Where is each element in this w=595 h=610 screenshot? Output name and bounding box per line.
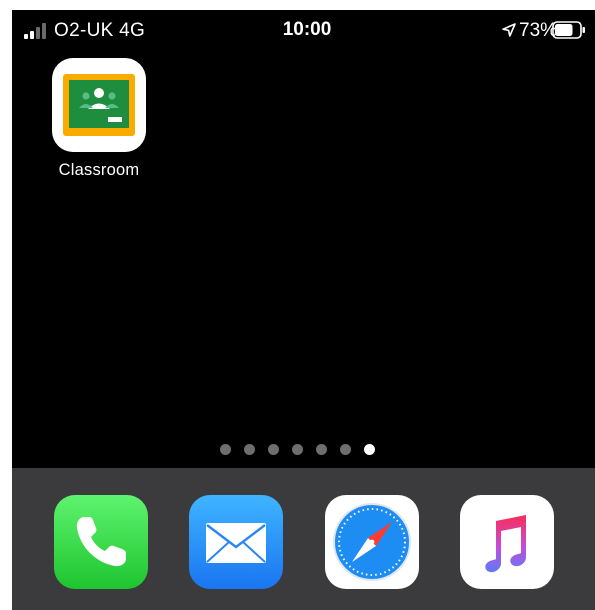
dock <box>12 468 595 610</box>
page-indicator[interactable] <box>220 444 375 455</box>
phone-icon <box>76 517 126 567</box>
clock-time: 10:00 <box>282 19 332 40</box>
app-classroom[interactable]: Classroom <box>44 58 154 180</box>
mail-icon <box>206 523 266 563</box>
page-dot[interactable] <box>316 444 327 455</box>
google-classroom-icon <box>52 58 146 152</box>
page-dot[interactable] <box>268 444 279 455</box>
dock-app-mail[interactable] <box>189 495 283 589</box>
home-screen: O2-UK 4G 10:00 73% Classroom <box>12 10 595 610</box>
music-note-icon <box>485 515 526 573</box>
page-dot[interactable] <box>244 444 255 455</box>
location-arrow-icon <box>502 23 516 37</box>
dock-app-safari[interactable] <box>325 495 419 589</box>
app-label-classroom: Classroom <box>58 161 140 179</box>
battery-fill <box>555 24 573 36</box>
safari-compass-icon <box>333 503 411 581</box>
dock-app-music[interactable] <box>460 495 554 589</box>
carrier-label: O2-UK 4G <box>54 20 146 41</box>
page-dot[interactable] <box>292 444 303 455</box>
cellular-signal-icon <box>24 23 46 39</box>
battery-icon <box>552 21 585 39</box>
status-bar: O2-UK 4G 10:00 73% <box>12 10 595 50</box>
page-dot[interactable] <box>220 444 231 455</box>
page-dot-active[interactable] <box>364 444 375 455</box>
dock-app-phone[interactable] <box>54 495 148 589</box>
page-dot[interactable] <box>340 444 351 455</box>
